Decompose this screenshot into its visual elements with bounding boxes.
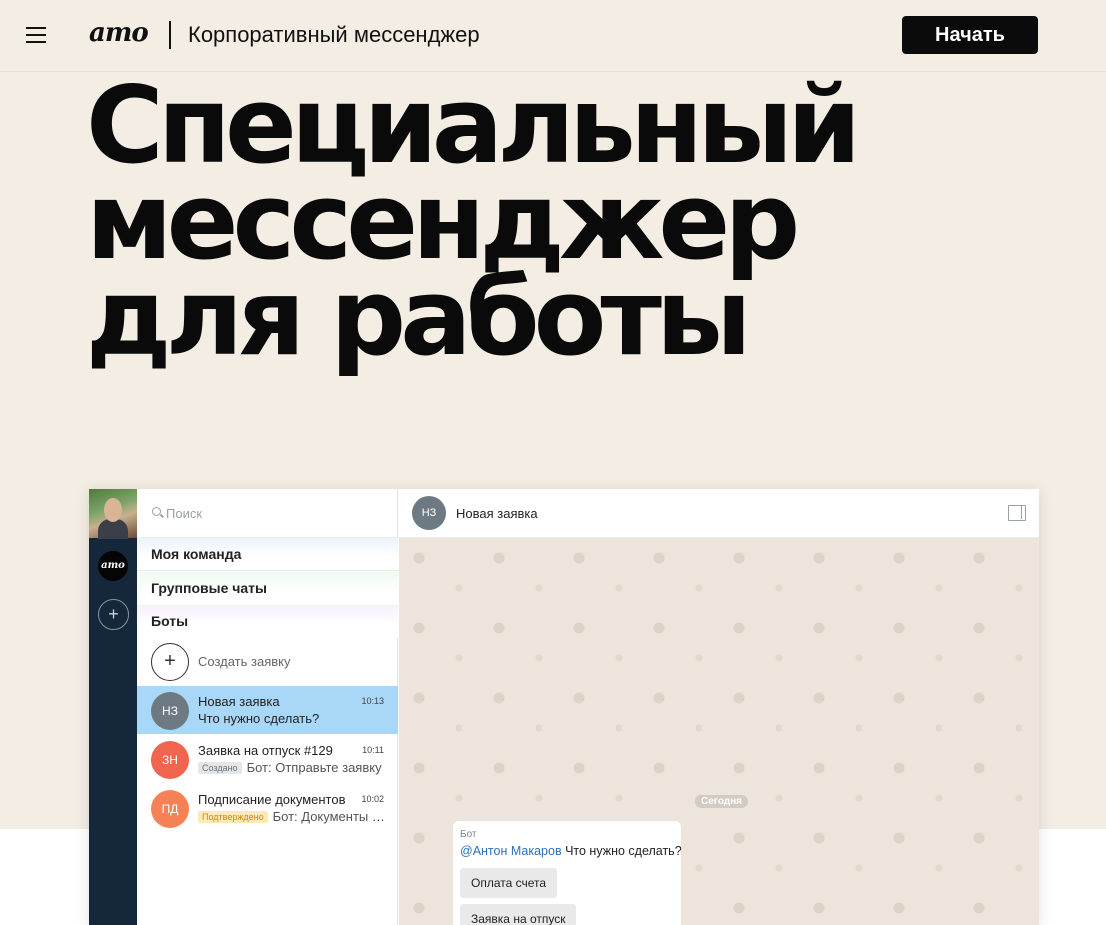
chat-time: 10:13: [361, 696, 384, 706]
search-input[interactable]: [166, 503, 386, 523]
header-subtitle: Корпоративный мессенджер: [188, 22, 480, 47]
chat-messages-area: Сегодня Бот @Антон Макаров Что нужно сде…: [399, 538, 1039, 925]
chat-window: НЗ Новая заявка Сегодня Бот @Антон Макар…: [399, 489, 1039, 925]
chat-avatar: ЗН: [151, 741, 189, 779]
chat-time: 10:11: [362, 745, 384, 755]
search-icon: [152, 507, 161, 516]
chat-preview-text: Бот: Документы в работе: [272, 809, 388, 824]
site-header: amo Корпоративный мессенджер Начать: [0, 0, 1106, 71]
workspace-amo-icon[interactable]: amo: [98, 551, 128, 581]
message-author: Бот: [460, 829, 477, 840]
chat-name: Заявка на отпуск #129: [198, 743, 333, 758]
chat-header-avatar: НЗ: [412, 496, 446, 530]
amo-logo[interactable]: amo: [89, 18, 149, 48]
add-workspace-button[interactable]: +: [98, 599, 129, 630]
section-group-chats[interactable]: Групповые чаты: [137, 572, 398, 605]
chat-preview-text: Что нужно сделать?: [198, 711, 320, 726]
start-button[interactable]: Начать: [902, 16, 1038, 54]
message-body: Что нужно сделать?: [565, 844, 682, 858]
chat-avatar: ПД: [151, 790, 189, 828]
chat-preview: Что нужно сделать?: [198, 711, 388, 726]
chat-preview-text: Бот: Отправьте заявку: [246, 760, 382, 775]
message-text: @Антон Макаров Что нужно сделать?: [460, 844, 682, 858]
status-badge: Создано: [198, 762, 242, 774]
message-bubble: Бот @Антон Макаров Что нужно сделать? Оп…: [453, 821, 682, 925]
bot-option-button[interactable]: Оплата счета: [460, 868, 558, 898]
menu-icon[interactable]: [26, 27, 46, 43]
chat-preview: Подтверждено Бот: Документы в работе: [198, 809, 388, 824]
workspace-rail: amo +: [89, 489, 137, 925]
chat-row[interactable]: НЗ Новая заявка 10:13 Что нужно сделать?: [137, 686, 398, 734]
hero-headline: Специальный мессенджер для работы: [86, 73, 861, 379]
chat-avatar: НЗ: [151, 692, 189, 730]
search-bar: [137, 489, 398, 538]
plus-icon: +: [151, 643, 189, 681]
date-separator: Сегодня: [695, 795, 749, 808]
chat-row[interactable]: ПД Подписание документов 10:02 Подтвержд…: [137, 784, 398, 832]
chat-header: НЗ Новая заявка: [399, 489, 1039, 538]
chat-time: 10:02: [361, 794, 384, 804]
chat-name: Новая заявка: [198, 694, 280, 709]
create-request-button[interactable]: + Создать заявку: [137, 641, 398, 683]
section-my-team[interactable]: Моя команда: [137, 538, 398, 571]
avatar-face: [104, 498, 122, 522]
create-request-label: Создать заявку: [198, 654, 291, 669]
chat-row[interactable]: ЗН Заявка на отпуск #129 10:11 Создано Бо…: [137, 735, 398, 783]
section-bots[interactable]: Боты: [137, 605, 398, 638]
user-avatar[interactable]: [89, 489, 137, 539]
chat-preview: Создано Бот: Отправьте заявку: [198, 760, 388, 775]
avatar-body: [98, 519, 128, 539]
chat-name: Подписание документов: [198, 792, 346, 807]
status-badge: Подтверждено: [198, 811, 268, 823]
user-mention[interactable]: @Антон Макаров: [460, 844, 562, 858]
side-panel-icon[interactable]: [1008, 505, 1026, 521]
chat-list-panel: Моя команда Групповые чаты Боты + Создат…: [137, 489, 398, 925]
bot-option-button[interactable]: Заявка на отпуск: [460, 904, 577, 925]
header-divider: [169, 21, 171, 49]
messenger-app-preview: amo + Моя команда Групповые чаты Боты + …: [89, 489, 1039, 925]
hero-line: для работы: [86, 256, 752, 379]
chat-title: Новая заявка: [456, 506, 538, 521]
